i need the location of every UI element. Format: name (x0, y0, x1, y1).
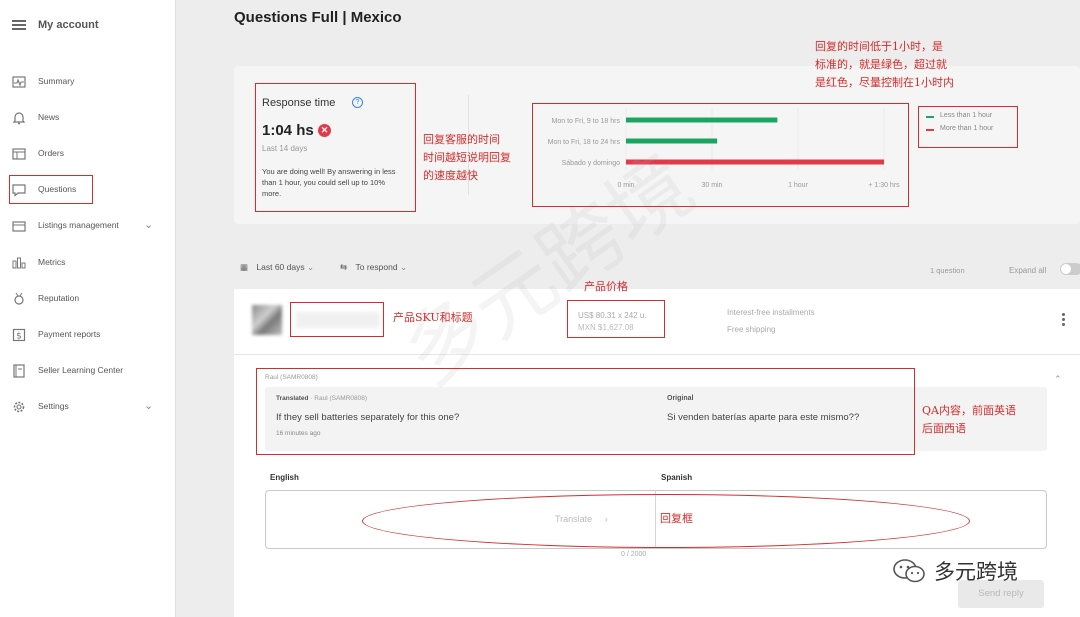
expand-all-label: Expand all (1009, 266, 1047, 275)
annotation-note-reply: 回复框 (660, 512, 693, 525)
sidebar-item-label: Listings management (38, 220, 119, 230)
bell-icon (11, 110, 27, 126)
gear-icon (11, 399, 27, 415)
period-filter-label: Last 60 days (256, 262, 305, 272)
sidebar-item-news[interactable]: News (0, 103, 176, 133)
shipping-label: Free shipping (727, 325, 776, 334)
note-line: 回复的时间低于1小时，是 (815, 40, 943, 53)
medal-icon (11, 291, 27, 307)
svg-text:$: $ (16, 332, 22, 342)
sidebar-item-label: Metrics (38, 257, 66, 267)
note-line: 标准的，就是绿色，超过就 (815, 58, 947, 71)
character-counter: 0 / 2000 (621, 551, 647, 558)
pulse-icon (11, 74, 27, 90)
expand-all-toggle[interactable] (1060, 263, 1080, 275)
divider (234, 354, 1080, 355)
annotation-note-sku: 产品SKU和标题 (393, 311, 473, 324)
book-icon (11, 363, 27, 379)
note-line: 时间越短说明回复 (423, 151, 511, 164)
annotation-box-questions-nav (9, 175, 93, 204)
sidebar-item-metrics[interactable]: Metrics (0, 248, 176, 278)
sidebar-item-label: Seller Learning Center (38, 365, 124, 375)
listings-icon (11, 218, 27, 234)
sidebar-item-label: Orders (38, 148, 64, 158)
reply-language-english: English (270, 473, 299, 482)
sidebar-item-reputation[interactable]: Reputation (0, 284, 176, 314)
annotation-box-sku (290, 302, 384, 337)
note-line: QA内容，前面英语 (922, 404, 1016, 417)
sidebar-item-settings[interactable]: Settings ⌄ (0, 392, 176, 422)
annotation-note-response-time: 回复客服的时间 时间越短说明回复 的速度越快 (423, 131, 511, 185)
note-line: 后面西语 (922, 422, 966, 435)
wechat-icon (892, 558, 928, 583)
note-line: 回复客服的时间 (423, 133, 500, 146)
dollar-icon: $ (11, 327, 27, 343)
annotation-note-price: 产品价格 (584, 280, 628, 293)
annotation-box-qa (256, 368, 915, 455)
sidebar-item-summary[interactable]: Summary (0, 67, 176, 97)
sidebar: My account Summary News Orders Questions… (0, 0, 176, 617)
sidebar-item-label: News (38, 112, 60, 122)
status-filter[interactable]: ⇆ To respond ⌄ (340, 262, 407, 273)
product-thumbnail[interactable] (252, 305, 282, 335)
chevron-down-icon: ⌄ (306, 262, 315, 272)
sidebar-item-payment-reports[interactable]: $ Payment reports (0, 320, 176, 350)
calendar-icon (11, 146, 27, 162)
more-options-icon[interactable] (1062, 313, 1066, 328)
reply-language-spanish: Spanish (661, 473, 693, 482)
bar-metrics-icon (11, 255, 27, 271)
chevron-down-icon[interactable]: ⌄ (144, 218, 153, 231)
sidebar-item-label: Payment reports (38, 329, 101, 339)
sort-icon: ⇆ (340, 262, 348, 272)
note-line: 的速度越快 (423, 169, 478, 182)
sidebar-item-seller-learning-center[interactable]: Seller Learning Center (0, 356, 176, 386)
note-line: 是红色，尽量控制在1小时内 (815, 76, 954, 89)
chevron-down-icon: ⌄ (399, 262, 408, 272)
chevron-down-icon[interactable]: ⌄ (144, 399, 153, 412)
status-filter-label: To respond (355, 262, 398, 272)
annotation-box-chart (532, 103, 909, 207)
page-title: Questions Full | Mexico (234, 9, 402, 26)
annotation-note-chart: 回复的时间低于1小时，是 标准的，就是绿色，超过就 是红色，尽量控制在1小时内 (815, 38, 954, 92)
calendar-icon: ▦ (240, 262, 249, 272)
annotation-box-price (567, 300, 665, 338)
brand-text: 多元跨境 (934, 560, 1018, 584)
sidebar-item-label: Settings (38, 401, 69, 411)
annotation-note-qa: QA内容，前面英语 后面西语 (922, 402, 1016, 438)
sidebar-item-label: Summary (38, 76, 75, 86)
chevron-up-icon[interactable]: ⌃ (1054, 374, 1062, 385)
menu-icon[interactable] (12, 20, 26, 30)
question-count: 1 question (930, 266, 965, 275)
sidebar-item-orders[interactable]: Orders (0, 139, 176, 169)
annotation-box-response-time (255, 83, 416, 212)
sidebar-item-label: Reputation (38, 293, 80, 303)
annotation-box-legend (918, 106, 1018, 148)
installments-label: Interest-free installments (727, 308, 815, 317)
period-filter[interactable]: ▦ Last 60 days ⌄ (240, 262, 314, 273)
sidebar-title: My account (38, 19, 99, 31)
sidebar-item-listings-management[interactable]: Listings management ⌄ (0, 211, 176, 241)
